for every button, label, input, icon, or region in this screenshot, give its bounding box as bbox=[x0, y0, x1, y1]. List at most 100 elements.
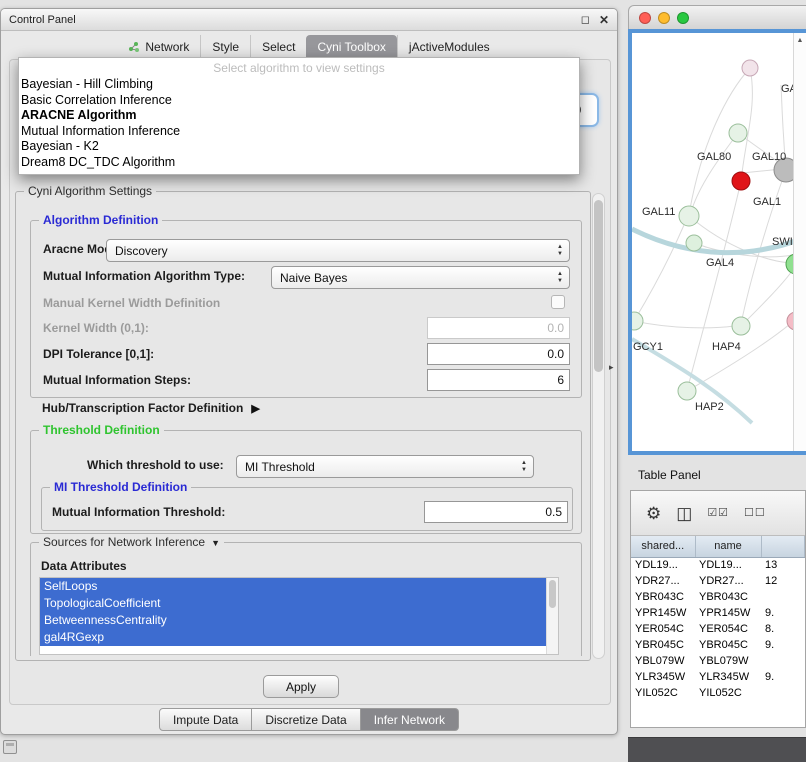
table-row[interactable]: YPR145WYPR145W9. bbox=[631, 605, 805, 621]
table-row[interactable]: YDL19...YDL19...13 bbox=[631, 557, 805, 573]
algorithm-option[interactable]: Bayesian - Hill Climbing bbox=[19, 77, 579, 93]
tab-impute-data[interactable]: Impute Data bbox=[159, 708, 252, 731]
float-window-icon[interactable]: ◻ bbox=[581, 13, 590, 26]
table-row[interactable]: YBR043CYBR043C bbox=[631, 589, 805, 605]
data-attributes-list[interactable]: SelfLoopsTopologicalCoefficientBetweenne… bbox=[39, 577, 559, 655]
table-cell: YBL079W bbox=[695, 653, 761, 669]
control-panel-titlebar[interactable]: Control Panel ◻ ✕ bbox=[1, 9, 617, 31]
table-cell: YER054C bbox=[631, 621, 695, 637]
network-node[interactable] bbox=[679, 206, 699, 226]
column-header[interactable] bbox=[761, 536, 805, 557]
table-cell bbox=[761, 653, 805, 669]
table-row[interactable]: YBR045CYBR045C9. bbox=[631, 637, 805, 653]
tab-network[interactable]: Network bbox=[117, 35, 200, 59]
table-cell bbox=[761, 685, 805, 701]
threshold-definition-group: Threshold Definition Which threshold to … bbox=[30, 430, 582, 534]
tab-infer-network[interactable]: Infer Network bbox=[361, 708, 459, 731]
network-node[interactable] bbox=[729, 124, 747, 142]
tab-style[interactable]: Style bbox=[200, 35, 250, 59]
close-button[interactable] bbox=[639, 12, 651, 24]
mi-steps-field[interactable]: 6 bbox=[427, 369, 570, 391]
sources-group: Sources for Network Inference Data Attri… bbox=[30, 542, 582, 656]
settings-scrollbar[interactable] bbox=[592, 193, 605, 659]
kernel-width-field[interactable]: 0.0 bbox=[427, 317, 570, 339]
clear-checks-icon[interactable]: ☐☐ bbox=[744, 508, 766, 519]
attribute-item[interactable]: TopologicalCoefficient bbox=[40, 595, 558, 612]
which-threshold-select[interactable]: MI Threshold bbox=[236, 455, 534, 478]
table-row[interactable]: YDR27...YDR27...12 bbox=[631, 573, 805, 589]
table-cell: 9. bbox=[761, 605, 805, 621]
tab-cyni-toolbox[interactable]: Cyni Toolbox bbox=[306, 35, 396, 59]
network-node[interactable] bbox=[686, 235, 702, 251]
table-panel: ⚙◫☑☑☐☐ shared...name YDL19...YDL19...13Y… bbox=[630, 490, 806, 728]
hub-definition-expander[interactable]: Hub/Transcription Factor Definition bbox=[42, 401, 260, 415]
splitter-arrow-icon[interactable] bbox=[609, 362, 614, 373]
zoom-button[interactable] bbox=[677, 12, 689, 24]
table-cell: YPR145W bbox=[631, 605, 695, 621]
bottom-panel-strip bbox=[628, 737, 806, 762]
node-label: HAP4 bbox=[712, 341, 741, 353]
algorithm-option[interactable]: Bayesian - K2 bbox=[19, 139, 579, 155]
tab-select[interactable]: Select bbox=[250, 35, 306, 59]
close-icon[interactable]: ✕ bbox=[599, 13, 609, 27]
node-table: shared...name YDL19...YDL19...13YDR27...… bbox=[631, 536, 805, 701]
show-columns-icon[interactable]: ◫ bbox=[676, 505, 692, 522]
network-node[interactable] bbox=[732, 317, 750, 335]
algorithm-option[interactable]: Mutual Information Inference bbox=[19, 124, 579, 140]
attribute-item[interactable]: SelfLoops bbox=[40, 578, 558, 595]
table-cell: YPR145W bbox=[695, 605, 761, 621]
table-row[interactable]: YLR345WYLR345W9. bbox=[631, 669, 805, 685]
network-edge[interactable] bbox=[742, 68, 752, 173]
tab-label: Select bbox=[262, 40, 295, 54]
manual-kernel-width-label: Manual Kernel Width Definition bbox=[43, 296, 220, 310]
attributes-scrollbar[interactable] bbox=[546, 578, 558, 654]
algorithm-option[interactable]: ARACNE Algorithm bbox=[19, 108, 579, 124]
column-header[interactable]: name bbox=[695, 536, 761, 557]
network-window-titlebar[interactable] bbox=[628, 5, 806, 29]
dpi-tolerance-field[interactable]: 0.0 bbox=[427, 343, 570, 365]
table-cell: YIL052C bbox=[695, 685, 761, 701]
table-cell: YDL19... bbox=[631, 557, 695, 573]
aracne-mode-select[interactable]: Discovery bbox=[106, 239, 570, 262]
network-scrollbar[interactable] bbox=[793, 33, 806, 451]
network-node[interactable] bbox=[678, 382, 696, 400]
mi-algorithm-type-select[interactable]: Naive Bayes bbox=[271, 266, 570, 289]
attribute-item[interactable]: BetweennessCentrality bbox=[40, 612, 558, 629]
tab-discretize-data[interactable]: Discretize Data bbox=[252, 708, 360, 731]
sources-group-title[interactable]: Sources for Network Inference bbox=[39, 535, 224, 549]
table-cell: 13 bbox=[761, 557, 805, 573]
table-row[interactable]: YIL052CYIL052C bbox=[631, 685, 805, 701]
collapsed-panel-icon[interactable] bbox=[3, 740, 17, 754]
column-header[interactable]: shared... bbox=[631, 536, 695, 557]
algorithm-option[interactable]: Dream8 DC_TDC Algorithm bbox=[19, 155, 579, 171]
node-label: GAL1 bbox=[753, 196, 781, 208]
network-graph[interactable]: GALGAL80GAL10GAL11GAL1SWI4GAL4GCY1HAP4YH… bbox=[632, 33, 806, 451]
tab-label: Cyni Toolbox bbox=[317, 40, 385, 54]
table-cell: YLR345W bbox=[695, 669, 761, 685]
table-row[interactable]: YBL079WYBL079W bbox=[631, 653, 805, 669]
mi-threshold-field[interactable]: 0.5 bbox=[424, 501, 568, 523]
network-node[interactable] bbox=[732, 172, 750, 190]
apply-button[interactable]: Apply bbox=[263, 675, 339, 698]
network-edge[interactable] bbox=[634, 321, 734, 328]
select-all-checks-icon[interactable]: ☑☑ bbox=[707, 508, 729, 519]
dpi-tolerance-label: DPI Tolerance [0,1]: bbox=[43, 347, 154, 361]
manual-kernel-width-checkbox[interactable] bbox=[551, 295, 565, 309]
algorithm-option[interactable]: Basic Correlation Inference bbox=[19, 93, 579, 109]
tab-jactivemodules[interactable]: jActiveModules bbox=[397, 35, 501, 59]
network-edge[interactable] bbox=[741, 271, 792, 326]
network-node[interactable] bbox=[742, 60, 758, 76]
dropdown-placeholder: Select algorithm to view settings bbox=[19, 58, 579, 77]
which-threshold-value: MI Threshold bbox=[245, 460, 315, 474]
table-cell: YBR045C bbox=[631, 637, 695, 653]
threshold-definition-title: Threshold Definition bbox=[39, 423, 164, 437]
attribute-item[interactable]: gal4RGexp bbox=[40, 629, 558, 646]
algorithm-dropdown-list: Bayesian - Hill ClimbingBasic Correlatio… bbox=[19, 77, 579, 170]
minimize-button[interactable] bbox=[658, 12, 670, 24]
settings-gear-icon[interactable]: ⚙ bbox=[646, 505, 661, 522]
network-node[interactable] bbox=[632, 312, 643, 330]
table-row[interactable]: YER054CYER054C8. bbox=[631, 621, 805, 637]
mi-algorithm-type-label: Mutual Information Algorithm Type: bbox=[43, 269, 245, 283]
table-toolbar: ⚙ ◫ ☑☑ ☐☐ bbox=[631, 491, 805, 536]
network-canvas[interactable]: GALGAL80GAL10GAL11GAL1SWI4GAL4GCY1HAP4YH… bbox=[628, 29, 806, 455]
